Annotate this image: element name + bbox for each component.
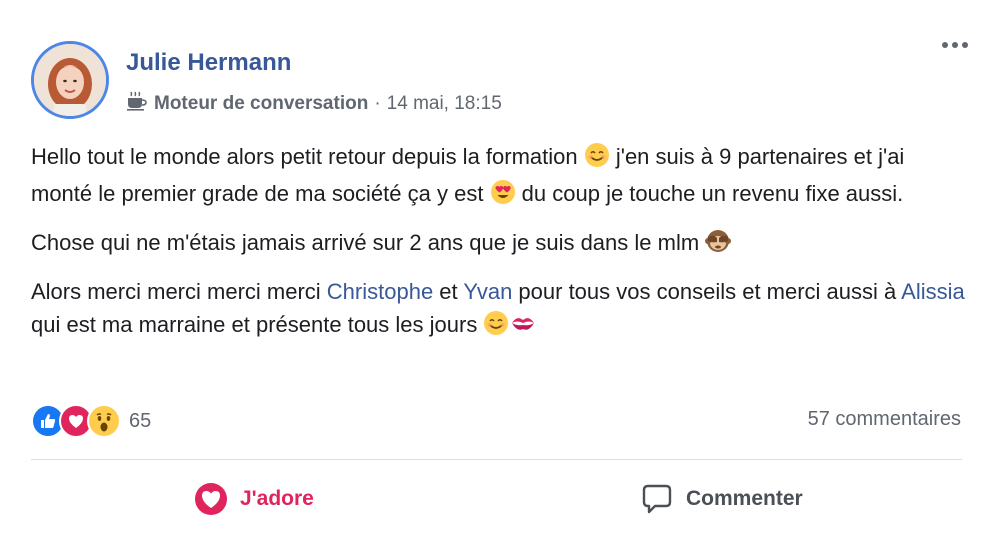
text-segment: Chose qui ne m'étais jamais arrivé sur 2… [31, 230, 706, 255]
love-icon [194, 482, 228, 516]
meta-separator: · [374, 93, 381, 114]
text-segment: Hello tout le monde alors petit retour d… [31, 144, 584, 169]
love-reaction-button[interactable]: J'adore [194, 482, 314, 516]
kiss-mark-icon [509, 310, 537, 345]
see-no-evil-monkey-icon [705, 228, 732, 263]
avatar-image [34, 44, 106, 116]
author-avatar[interactable] [31, 41, 109, 119]
comment-bubble-icon [640, 482, 674, 516]
dot-icon [952, 42, 958, 48]
mention-christophe[interactable]: Christophe [327, 279, 433, 304]
post-paragraph: Hello tout le monde alors petit retour d… [31, 140, 971, 214]
comment-button[interactable]: Commenter [640, 482, 803, 516]
text-segment: pour tous vos conseils et merci aussi à [512, 279, 902, 304]
comment-label: Commenter [686, 487, 803, 510]
post-paragraph: Alors merci merci merci merci Christophe… [31, 275, 971, 345]
post-paragraph: Chose qui ne m'étais jamais arrivé sur 2… [31, 226, 971, 263]
love-label: J'adore [240, 487, 314, 510]
wow-icon [87, 404, 121, 438]
reactions-summary[interactable]: 65 [31, 404, 151, 438]
comments-count-link[interactable]: 57 commentaires [808, 408, 961, 431]
coffee-cup-icon [126, 91, 148, 117]
divider [31, 459, 962, 460]
heart-eyes-icon [490, 179, 516, 214]
smiling-face-icon [584, 142, 610, 177]
group-link[interactable]: Moteur de conversation [154, 93, 368, 115]
text-segment: du coup je touche un revenu fixe aussi. [515, 181, 904, 206]
post-body: Hello tout le monde alors petit retour d… [31, 140, 971, 357]
mention-alissia[interactable]: Alissia [901, 279, 965, 304]
reaction-count: 65 [129, 409, 152, 432]
text-segment: Alors merci merci merci merci [31, 279, 327, 304]
author-name[interactable]: Julie Hermann [126, 49, 291, 77]
text-segment: et [433, 279, 464, 304]
dot-icon [962, 42, 968, 48]
dot-icon [942, 42, 948, 48]
post-meta: Moteur de conversation · 14 mai, 18:15 [126, 91, 502, 117]
text-segment: qui est ma marraine et présente tous les… [31, 312, 484, 337]
more-options-button[interactable] [942, 42, 968, 48]
post-timestamp[interactable]: 14 mai, 18:15 [387, 93, 502, 115]
mention-yvan[interactable]: Yvan [463, 279, 512, 304]
smiling-face-icon [483, 310, 509, 345]
